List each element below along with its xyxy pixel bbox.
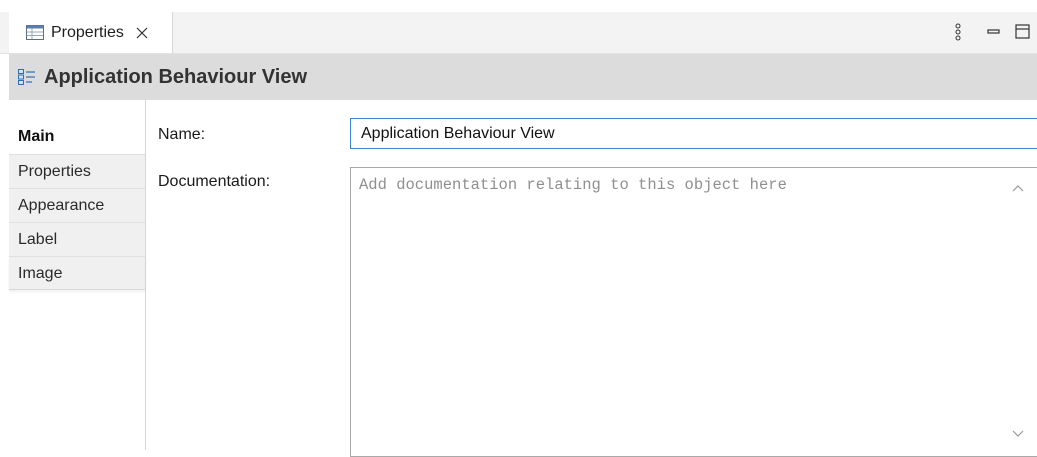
tab-properties[interactable]: Properties	[9, 12, 173, 53]
tab-label: Properties	[51, 23, 124, 41]
sidebar-item-properties[interactable]: Properties	[9, 154, 145, 188]
scroll-down-icon[interactable]	[1012, 430, 1024, 438]
section-list-spacer	[9, 100, 145, 120]
minimize-icon[interactable]	[984, 22, 1004, 42]
name-label: Name:	[158, 126, 206, 143]
maximize-icon[interactable]	[1013, 22, 1033, 42]
properties-table-icon	[26, 25, 44, 40]
sidebar-item-image[interactable]: Image	[9, 256, 145, 290]
sidebar-item-label[interactable]: Label	[9, 222, 145, 256]
properties-section-list: Main Properties Appearance Label Image	[9, 100, 146, 450]
documentation-textarea[interactable]: Add documentation relating to this objec…	[350, 167, 1037, 457]
sidebar-item-appearance[interactable]: Appearance	[9, 188, 145, 222]
sidebar-item-main[interactable]: Main	[9, 120, 145, 154]
top-strip	[0, 0, 1037, 12]
scroll-up-icon[interactable]	[1012, 184, 1024, 192]
documentation-label: Documentation:	[158, 173, 271, 190]
view-menu-icon[interactable]	[951, 22, 971, 42]
view-title-header: Application Behaviour View	[9, 54, 1037, 100]
view-tab-bar: Properties	[0, 12, 1037, 54]
page-title: Application Behaviour View	[44, 65, 308, 88]
view-diagram-icon	[18, 69, 35, 85]
name-field[interactable]	[350, 118, 1037, 149]
documentation-placeholder: Add documentation relating to this objec…	[359, 176, 787, 194]
close-icon[interactable]	[134, 25, 150, 41]
